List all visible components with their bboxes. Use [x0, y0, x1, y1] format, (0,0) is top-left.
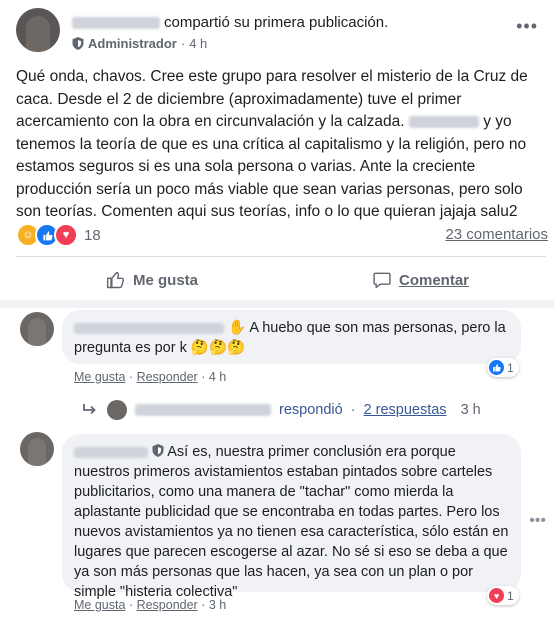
thinking-emoji-icon: 🤔🤔🤔: [190, 340, 246, 356]
love-reaction-icon: ♥: [489, 588, 504, 603]
speech-bubble-icon: [373, 272, 391, 289]
shield-icon: [152, 444, 164, 457]
comment-reaction-count: 1: [507, 588, 514, 603]
comment-like-link[interactable]: Me gusta: [74, 598, 125, 612]
comment-text-line1: Así es, nuestra primer conclusión era po…: [167, 444, 456, 460]
post-action-text: compartió su primera publicación.: [164, 14, 389, 31]
reactions-summary[interactable]: ☺ ♥ 18: [16, 223, 101, 247]
like-label: Me gusta: [133, 271, 199, 289]
reaction-count[interactable]: 18: [84, 227, 101, 244]
replies-time[interactable]: 3 h: [461, 402, 481, 418]
comment-label: Comentar: [399, 271, 470, 289]
comment-text-rest: nuestros primeros avistamientos estaban …: [74, 464, 509, 600]
waving-hand-icon: ✋: [228, 320, 247, 336]
comment-time[interactable]: 3 h: [209, 598, 226, 612]
comment-like-link[interactable]: Me gusta: [74, 370, 125, 384]
replier-avatar[interactable]: [107, 400, 127, 420]
author-role[interactable]: Administrador: [88, 36, 177, 51]
comment-button[interactable]: Comentar: [372, 270, 469, 290]
comments-count-link[interactable]: 23 comentarios: [445, 226, 548, 243]
post-body: Qué onda, chavos. Cree este grupo para r…: [16, 66, 540, 224]
replier-name-redacted[interactable]: [135, 404, 271, 416]
divider: [16, 256, 546, 257]
comment-bubble: Así es, nuestra primer conclusión era po…: [62, 434, 521, 600]
reply-arrow-icon: [83, 404, 96, 415]
comment-reaction-badge[interactable]: 1: [487, 358, 519, 377]
comment-bubble: ✋ A huebo que son mas personas, pero la …: [62, 310, 521, 364]
author-name-redacted[interactable]: [72, 17, 160, 30]
comment-time[interactable]: 4 h: [209, 370, 226, 384]
commenter-name-redacted[interactable]: [74, 446, 148, 458]
comment-meta: Me gusta · Responder · 4 h: [74, 370, 227, 384]
comment-text-line2: pregunta es por k: [74, 340, 187, 356]
replies-count-link[interactable]: 2 respuestas: [364, 402, 447, 418]
comment-reply-link[interactable]: Responder: [137, 598, 198, 612]
section-separator: [0, 300, 554, 308]
comment-reaction-count: 1: [507, 360, 514, 375]
like-button[interactable]: Me gusta: [106, 270, 198, 290]
comment-reply-link[interactable]: Responder: [137, 370, 198, 384]
post-header: compartió su primera publicación. Admini…: [16, 8, 538, 56]
commenter-avatar[interactable]: [20, 312, 54, 346]
more-options-icon[interactable]: •••: [529, 512, 546, 530]
comment-text-line1: A huebo que son mas personas, pero la: [249, 320, 506, 336]
tagged-user-redacted[interactable]: [408, 115, 479, 128]
replied-text[interactable]: respondió: [279, 402, 343, 418]
commenter-name-redacted[interactable]: [74, 322, 224, 334]
post-meta: Administrador · 4 h: [72, 36, 207, 51]
author-avatar[interactable]: [16, 8, 60, 52]
comment-meta: Me gusta · Responder · 3 h: [74, 598, 227, 612]
like-reaction-icon: [489, 360, 504, 375]
view-replies-row[interactable]: respondió · 2 respuestas 3 h: [83, 398, 481, 422]
commenter-avatar[interactable]: [20, 432, 54, 466]
comment-reaction-badge[interactable]: ♥ 1: [487, 586, 519, 605]
more-options-icon[interactable]: •••: [516, 16, 538, 37]
meta-separator: ·: [180, 36, 186, 51]
shield-icon: [72, 37, 84, 50]
post-author-line: compartió su primera publicación.: [72, 14, 388, 31]
love-reaction-icon: ♥: [54, 223, 78, 247]
post-time[interactable]: 4 h: [189, 36, 207, 51]
thumbs-up-icon: [106, 271, 125, 289]
post-actions-bar: Me gusta Comentar: [0, 262, 554, 298]
